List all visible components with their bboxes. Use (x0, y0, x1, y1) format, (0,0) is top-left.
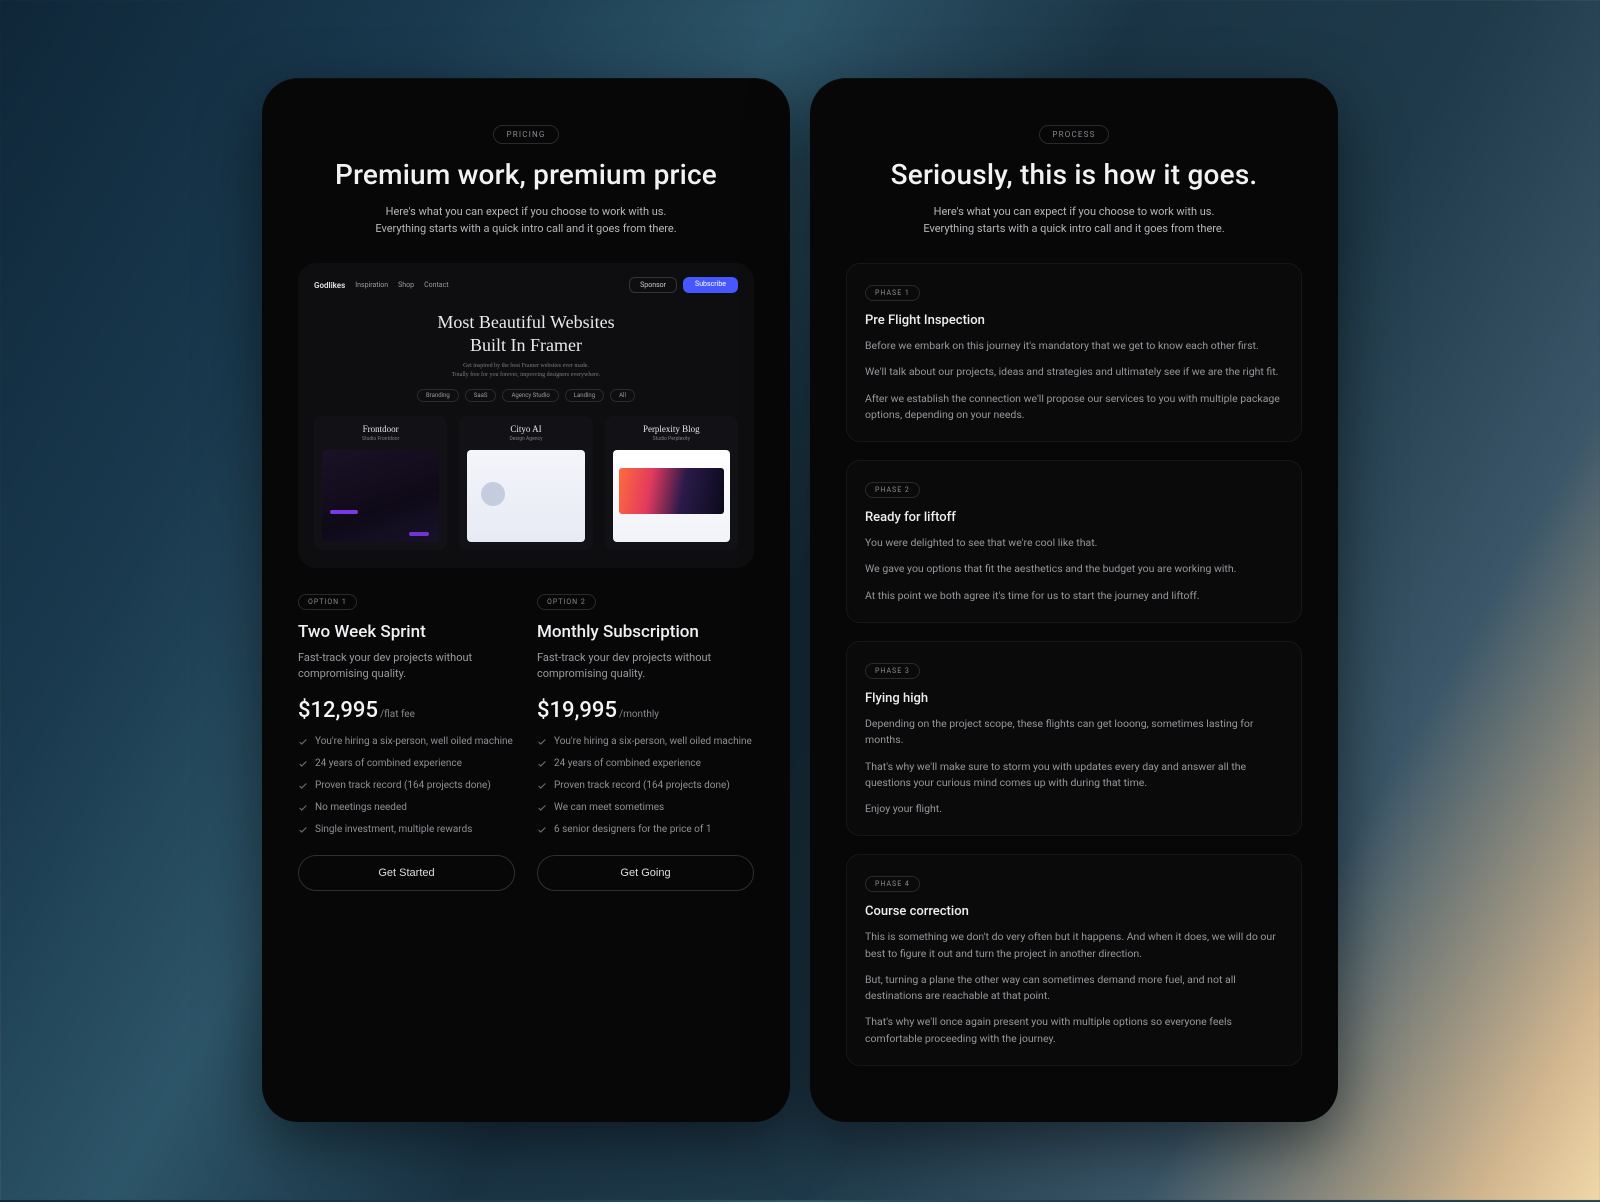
gallery-sponsor-button: Sponsor (629, 277, 677, 293)
gallery-nav-item: Shop (398, 281, 414, 289)
get-started-button[interactable]: Get Started (298, 855, 515, 891)
gallery-thumb (322, 450, 439, 542)
chip: Branding (417, 389, 459, 402)
phase-tag: PHASE 4 (865, 876, 920, 892)
phase-title: Flying high (865, 691, 1283, 706)
get-going-button[interactable]: Get Going (537, 855, 754, 891)
option-title: Monthly Subscription (537, 622, 754, 642)
phase-card: PHASE 3 Flying high Depending on the pro… (846, 641, 1302, 836)
check-icon (537, 825, 547, 835)
check-icon (298, 737, 308, 747)
gallery-card: Frontdoor Studio Frontdoor (314, 416, 447, 550)
check-icon (537, 781, 547, 791)
phase-text: We'll talk about our projects, ideas and… (865, 364, 1283, 380)
check-icon (537, 803, 547, 813)
phase-card: PHASE 2 Ready for liftoff You were delig… (846, 460, 1302, 623)
gallery-filter-chips: Branding SaaS Agency Studio Landing All (314, 389, 738, 402)
pricing-tag: PRICING (493, 125, 558, 144)
pricing-title: Premium work, premium price (298, 158, 754, 191)
option-price: $12,995/flat fee (298, 698, 515, 723)
gallery-card-title: Perplexity Blog (613, 424, 730, 434)
feature-item: You're hiring a six-person, well oiled m… (537, 735, 754, 749)
gallery-subcopy: Get inspired by the best Framer websites… (314, 362, 738, 379)
pricing-option-sprint: OPTION 1 Two Week Sprint Fast-track your… (298, 594, 515, 891)
phase-text: We gave you options that fit the aesthet… (865, 561, 1283, 577)
gallery-card-sub: Studio Perplexity (613, 436, 730, 442)
pricing-panel: PRICING Premium work, premium price Here… (262, 78, 790, 1122)
phase-title: Course correction (865, 904, 1283, 919)
feature-item: Single investment, multiple rewards (298, 823, 515, 837)
check-icon (298, 803, 308, 813)
phase-card: PHASE 4 Course correction This is someth… (846, 854, 1302, 1066)
feature-item: No meetings needed (298, 801, 515, 815)
option-tag: OPTION 2 (537, 594, 596, 610)
check-icon (537, 759, 547, 769)
chip: SaaS (465, 389, 497, 402)
pricing-option-monthly: OPTION 2 Monthly Subscription Fast-track… (537, 594, 754, 891)
option-desc: Fast-track your dev projects without com… (298, 650, 515, 682)
pricing-subtitle: Here's what you can expect if you choose… (298, 203, 754, 237)
check-icon (298, 825, 308, 835)
feature-item: We can meet sometimes (537, 801, 754, 815)
feature-list: You're hiring a six-person, well oiled m… (298, 735, 515, 837)
phase-title: Ready for liftoff (865, 510, 1283, 525)
phase-text: Enjoy your flight. (865, 801, 1283, 817)
option-desc: Fast-track your dev projects without com… (537, 650, 754, 682)
feature-item: 24 years of combined experience (537, 757, 754, 771)
option-title: Two Week Sprint (298, 622, 515, 642)
gallery-headline: Built In Framer (314, 334, 738, 357)
gallery-card: Perplexity Blog Studio Perplexity (605, 416, 738, 550)
gallery-headline: Most Beautiful Websites (314, 311, 738, 334)
phase-text: Depending on the project scope, these fl… (865, 716, 1283, 749)
phase-text: After we establish the connection we'll … (865, 391, 1283, 424)
check-icon (537, 737, 547, 747)
feature-item: You're hiring a six-person, well oiled m… (298, 735, 515, 749)
phase-text: This is something we don't do very often… (865, 929, 1283, 962)
feature-list: You're hiring a six-person, well oiled m… (537, 735, 754, 837)
phase-title: Pre Flight Inspection (865, 313, 1283, 328)
phase-text: That's why we'll make sure to storm you … (865, 759, 1283, 792)
gallery-subscribe-button: Subscribe (683, 277, 738, 293)
process-title: Seriously, this is how it goes. (846, 158, 1302, 191)
gallery-card: Cityo AI Design Agency (459, 416, 592, 550)
gallery-nav-item: Contact (424, 281, 448, 289)
process-tag: PROCESS (1039, 125, 1108, 144)
gallery-nav-item: Inspiration (355, 281, 388, 289)
phase-tag: PHASE 3 (865, 663, 920, 679)
check-icon (298, 759, 308, 769)
feature-item: Proven track record (164 projects done) (298, 779, 515, 793)
gallery-thumb (467, 450, 584, 542)
phase-tag: PHASE 1 (865, 285, 920, 301)
phase-tag: PHASE 2 (865, 482, 920, 498)
process-panel: PROCESS Seriously, this is how it goes. … (810, 78, 1338, 1122)
phase-text: You were delighted to see that we're coo… (865, 535, 1283, 551)
gallery-card-sub: Design Agency (467, 436, 584, 442)
gallery-card-sub: Studio Frontdoor (322, 436, 439, 442)
option-tag: OPTION 1 (298, 594, 357, 610)
chip: Landing (565, 389, 604, 402)
gallery-card-title: Frontdoor (322, 424, 439, 434)
phase-text: At this point we both agree it's time fo… (865, 588, 1283, 604)
process-subtitle: Here's what you can expect if you choose… (846, 203, 1302, 237)
gallery-preview: Godlikes Inspiration Shop Contact Sponso… (298, 263, 754, 568)
phase-card: PHASE 1 Pre Flight Inspection Before we … (846, 263, 1302, 442)
phase-text: That's why we'll once again present you … (865, 1014, 1283, 1047)
gallery-card-title: Cityo AI (467, 424, 584, 434)
gallery-thumb (613, 450, 730, 542)
check-icon (298, 781, 308, 791)
feature-item: Proven track record (164 projects done) (537, 779, 754, 793)
feature-item: 6 senior designers for the price of 1 (537, 823, 754, 837)
option-price: $19,995/monthly (537, 698, 754, 723)
gallery-brand: Godlikes (314, 281, 345, 290)
phase-text: Before we embark on this journey it's ma… (865, 338, 1283, 354)
feature-item: 24 years of combined experience (298, 757, 515, 771)
phase-text: But, turning a plane the other way can s… (865, 972, 1283, 1005)
chip: All (610, 389, 635, 402)
chip: Agency Studio (502, 389, 558, 402)
